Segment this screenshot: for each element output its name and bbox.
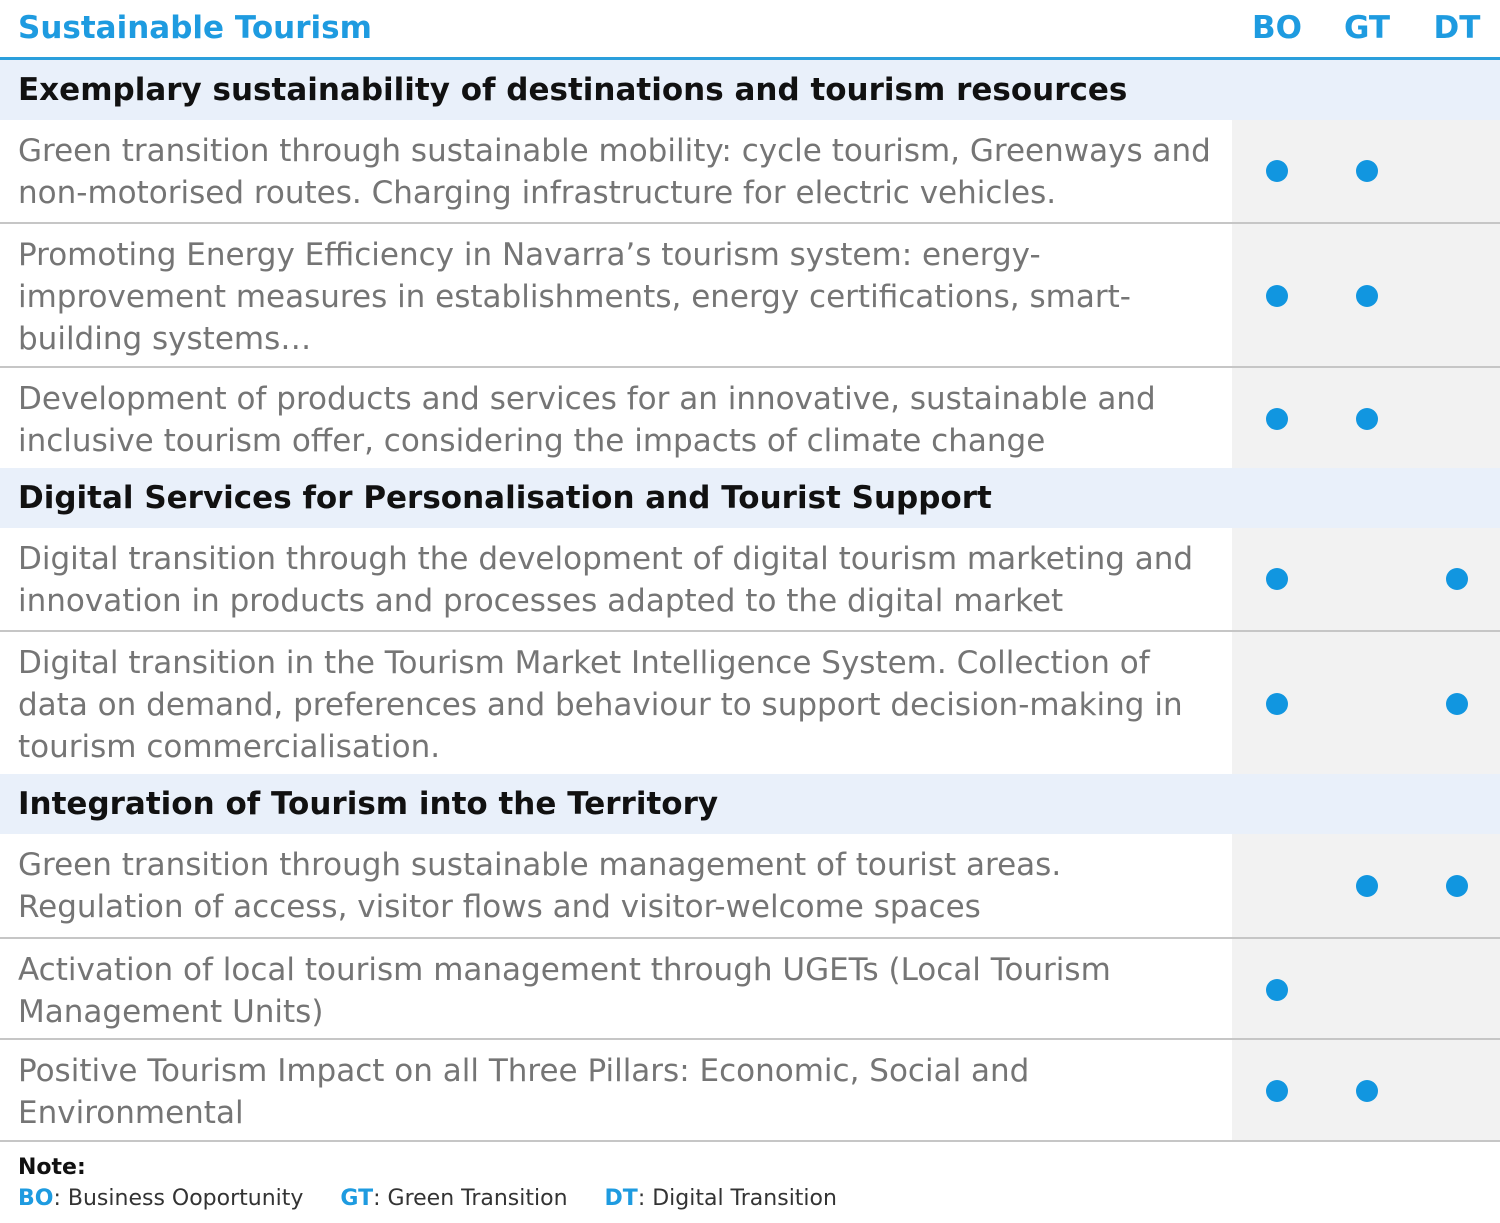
- legend-label: : Green Transition: [373, 1186, 568, 1211]
- legend: BO: Business Ooportunity GT: Green Trans…: [18, 1186, 867, 1211]
- marker-dot-dt: [1446, 874, 1468, 897]
- legend-item-gt: GT: Green Transition: [340, 1186, 567, 1211]
- marker-dot-gt: [1356, 285, 1378, 307]
- table-row: Digital transition through the developme…: [0, 528, 1500, 630]
- table-header: Sustainable Tourism BO GT DT: [0, 0, 1500, 60]
- marker-dot-bo: [1266, 978, 1288, 1001]
- legend-abbr: GT: [340, 1186, 374, 1211]
- table-row: Activation of local tourism management t…: [0, 937, 1500, 1038]
- section-title: Exemplary sustainability of destinations…: [18, 72, 1128, 108]
- marker-dot-bo: [1266, 160, 1288, 182]
- marker-dot-dt: [1446, 693, 1468, 715]
- row-description: Activation of local tourism management t…: [18, 952, 1111, 1030]
- column-header-bo: BO: [1252, 10, 1302, 46]
- legend-item-bo: BO: Business Ooportunity: [18, 1186, 303, 1211]
- marker-dot-gt: [1356, 408, 1378, 430]
- marker-dot-gt: [1356, 160, 1378, 182]
- section-heading: Exemplary sustainability of destinations…: [0, 60, 1500, 120]
- row-description: Digital transition in the Tourism Market…: [18, 645, 1183, 765]
- legend-label: : Business Ooportunity: [53, 1186, 304, 1211]
- marker-dot-bo: [1266, 408, 1288, 430]
- section-heading: Integration of Tourism into the Territor…: [0, 774, 1500, 834]
- marker-dot-gt: [1356, 874, 1378, 897]
- marker-dot-dt: [1446, 568, 1468, 590]
- marker-dot-bo: [1266, 1080, 1288, 1102]
- row-description: Positive Tourism Impact on all Three Pil…: [18, 1053, 1030, 1131]
- marker-dot-bo: [1266, 285, 1288, 307]
- legend-abbr: BO: [18, 1186, 54, 1211]
- marker-dot-gt: [1356, 1080, 1378, 1102]
- section-heading: Digital Services for Personalisation and…: [0, 468, 1500, 528]
- table-row: Digital transition in the Tourism Market…: [0, 630, 1500, 774]
- legend-abbr: DT: [604, 1186, 638, 1211]
- table-row: Promoting Energy Efficiency in Navarra’s…: [0, 222, 1500, 366]
- table-row: Green transition through sustainable man…: [0, 834, 1500, 937]
- legend-item-dt: DT: Digital Transition: [605, 1186, 837, 1211]
- row-description: Green transition through sustainable mob…: [18, 133, 1211, 211]
- row-description: Promoting Energy Efficiency in Navarra’s…: [18, 237, 1131, 357]
- column-header-dt: DT: [1433, 10, 1481, 46]
- marker-dot-bo: [1266, 693, 1288, 715]
- column-header-gt: GT: [1343, 10, 1391, 46]
- row-description: Development of products and services for…: [18, 381, 1156, 459]
- row-description: Green transition through sustainable man…: [18, 847, 1062, 925]
- row-description: Digital transition through the developme…: [18, 541, 1194, 619]
- note-title: Note:: [18, 1155, 86, 1180]
- marker-dot-bo: [1266, 568, 1288, 590]
- table-row: Green transition through sustainable mob…: [0, 120, 1500, 222]
- section-title: Digital Services for Personalisation and…: [18, 480, 992, 516]
- table-row: Development of products and services for…: [0, 366, 1500, 468]
- table-title: Sustainable Tourism: [18, 10, 372, 46]
- section-title: Integration of Tourism into the Territor…: [18, 786, 719, 822]
- legend-label: : Digital Transition: [637, 1186, 837, 1211]
- table-row: Positive Tourism Impact on all Three Pil…: [0, 1038, 1500, 1140]
- table-bottom-border: [0, 1140, 1500, 1142]
